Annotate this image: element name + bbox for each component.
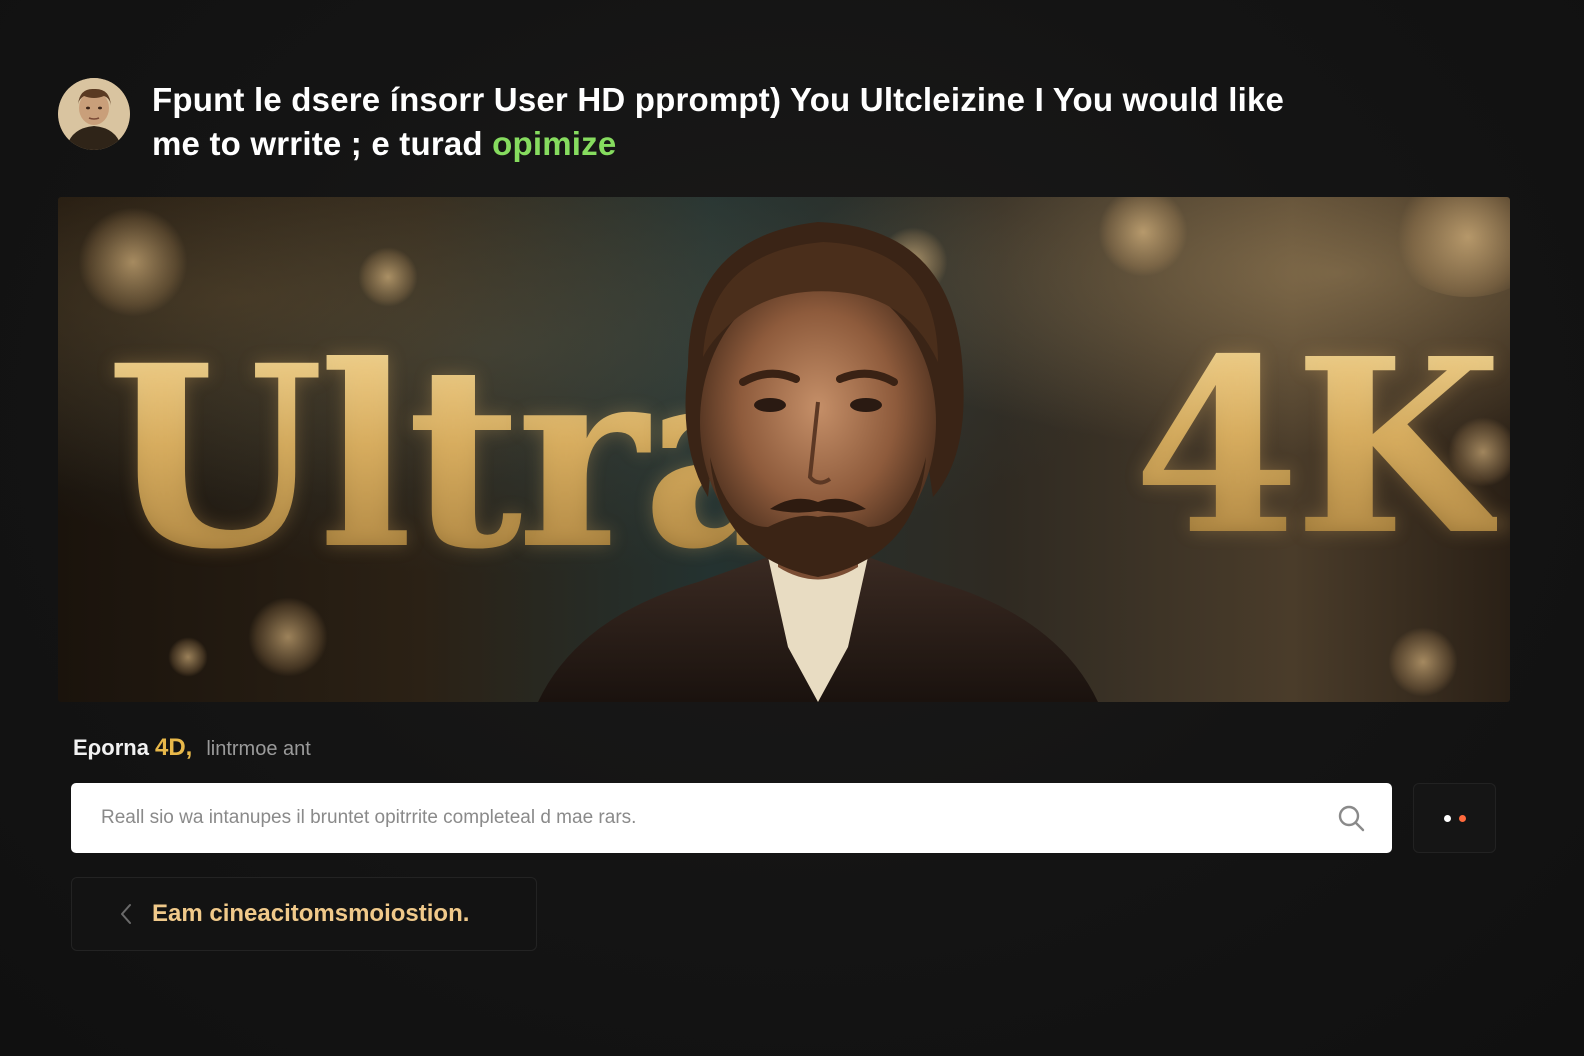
suggestion-button[interactable]: Eam cineacitomsmoiostion. [71, 877, 537, 951]
bokeh-light [168, 637, 208, 677]
message-text: Fpunt le dsere ínsorr User HD pprompt) Y… [152, 78, 1284, 166]
bokeh-light [248, 597, 328, 677]
more-dots-icon [1458, 814, 1466, 822]
message-line-2: me to wrrite ; e turad opimize [152, 122, 1284, 166]
bokeh-light [78, 207, 188, 317]
message-line-2-text: me to wrrite ; e turad [152, 125, 483, 162]
image-caption: Ερorna 4D, lintrmoe ant [73, 734, 311, 763]
bokeh-light [358, 247, 418, 307]
message-highlight-link[interactable]: opimize [492, 125, 616, 162]
hero-word-4k: 4K [1133, 306, 1503, 588]
bokeh-light [1388, 197, 1510, 297]
bokeh-light [1388, 627, 1458, 697]
search-icon[interactable] [1336, 803, 1366, 833]
caption-badge: 4D, [154, 734, 193, 761]
message-line-1: Fpunt le dsere ínsorr User HD pprompt) Y… [152, 81, 1285, 118]
suggestion-label: Eam cineacitomsmoiostion. [152, 900, 470, 927]
avatar[interactable] [58, 78, 130, 150]
prompt-search-bar[interactable] [71, 783, 1392, 853]
chevron-left-icon [121, 904, 131, 924]
chat-message: Fpunt le dsere ínsorr User HD pprompt) Y… [58, 78, 1478, 166]
portrait-illustration [538, 222, 1098, 702]
page: Fpunt le dsere ínsorr User HD pprompt) Y… [0, 0, 1584, 1056]
prompt-input[interactable] [99, 806, 1336, 830]
caption-title: Ερorna [73, 735, 149, 760]
hero-image: Ultra 4K [58, 197, 1510, 702]
avatar-photo-icon [58, 78, 130, 150]
bokeh-light [1098, 197, 1188, 277]
caption-subtitle: lintrmoe ant [206, 738, 311, 760]
more-options-button[interactable] [1413, 783, 1496, 853]
more-dots-icon [1443, 814, 1451, 822]
